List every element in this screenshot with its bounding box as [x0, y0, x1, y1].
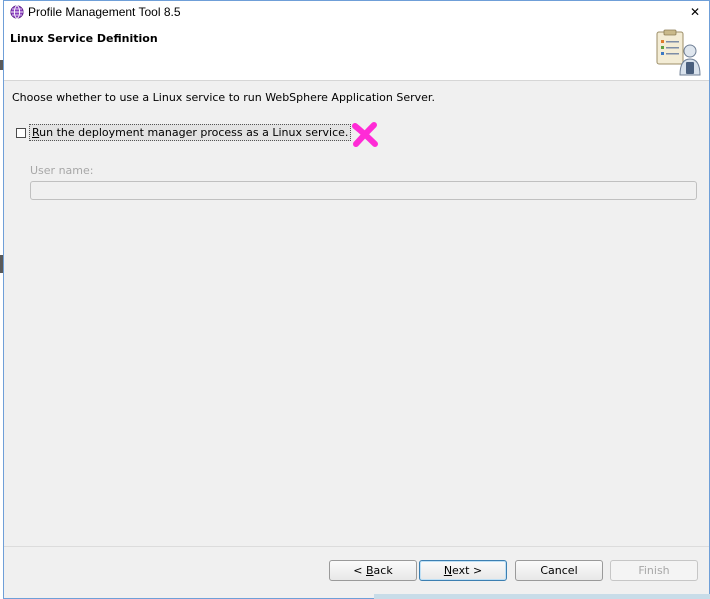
- page-title: Linux Service Definition: [10, 32, 158, 45]
- username-label: User name:: [30, 164, 94, 177]
- footer-separator: [4, 546, 709, 547]
- username-field[interactable]: [30, 181, 697, 200]
- wizard-dialog: Profile Management Tool 8.5 ✕ Linux Serv…: [3, 0, 710, 599]
- finish-button[interactable]: Finish: [610, 560, 698, 581]
- page-description: Choose whether to use a Linux service to…: [12, 91, 435, 104]
- back-prefix: <: [353, 564, 366, 577]
- back-button[interactable]: < Back: [329, 560, 417, 581]
- back-mnemonic: B: [366, 564, 374, 577]
- globe-icon: [10, 5, 24, 19]
- window-title: Profile Management Tool 8.5: [28, 5, 181, 19]
- linux-service-checkbox[interactable]: [16, 128, 26, 138]
- wizard-header: Linux Service Definition: [4, 24, 709, 81]
- next-button[interactable]: Next >: [419, 560, 507, 581]
- magenta-x-icon: [352, 122, 378, 147]
- title-bar[interactable]: Profile Management Tool 8.5 ✕: [4, 1, 709, 24]
- close-button[interactable]: ✕: [681, 1, 709, 24]
- linux-service-checkbox-label[interactable]: Run the deployment manager process as a …: [29, 124, 352, 141]
- back-label-rest: ack: [373, 564, 393, 577]
- cancel-button[interactable]: Cancel: [515, 560, 603, 581]
- background-taskbar-strip: [374, 594, 710, 599]
- wizard-clipboard-user-icon: [656, 29, 701, 76]
- next-mnemonic: N: [443, 564, 453, 577]
- checkbox-label-text: un the deployment manager process as a L…: [39, 126, 349, 139]
- next-label-rest: ext >: [452, 564, 483, 577]
